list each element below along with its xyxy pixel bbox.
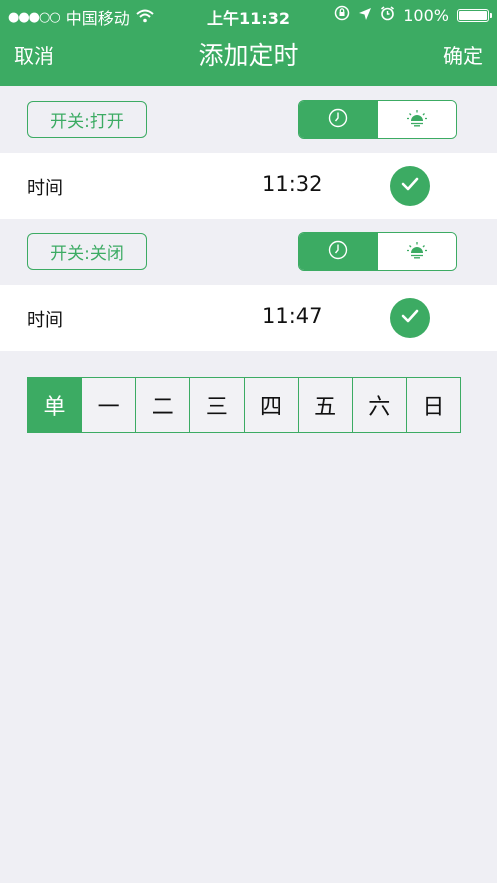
day-button-sat[interactable]: 六 (353, 378, 407, 432)
mode-segmented-control-1 (298, 100, 457, 139)
location-icon (358, 6, 372, 25)
time-value[interactable]: 11:32 (262, 172, 323, 196)
day-button-thu[interactable]: 四 (245, 378, 299, 432)
sunrise-icon (406, 109, 428, 131)
mode-segmented-control-2 (298, 232, 457, 271)
time-label: 时间 (27, 178, 63, 199)
enabled-check-button-2[interactable] (390, 298, 430, 338)
day-button-tue[interactable]: 二 (136, 378, 191, 432)
day-button-single[interactable]: 单 (28, 378, 83, 432)
alarm-icon (380, 5, 395, 25)
day-button-fri[interactable]: 五 (299, 378, 353, 432)
day-button-sun[interactable]: 日 (407, 378, 460, 432)
day-button-mon[interactable]: 一 (82, 378, 137, 432)
battery-percent: 100% (403, 5, 449, 25)
clock-mode-tab-1[interactable] (299, 101, 378, 138)
time-label: 时间 (27, 310, 63, 331)
clock-mode-tab-2[interactable] (299, 233, 378, 270)
confirm-button[interactable]: 确定 (443, 40, 483, 69)
timer-row-1[interactable]: 时间 11:32 (0, 153, 497, 219)
timer-row-2[interactable]: 时间 11:47 (0, 285, 497, 351)
day-button-wed[interactable]: 三 (190, 378, 245, 432)
clock-icon (328, 108, 348, 132)
enabled-check-button-1[interactable] (390, 166, 430, 206)
clock-icon (328, 240, 348, 264)
status-bar: ●●●○○ 中国移动 上午11:32 100% (0, 0, 497, 28)
switch-off-button[interactable]: 开关:关闭 (27, 233, 147, 270)
checkmark-icon (400, 308, 420, 328)
rotation-lock-icon (334, 5, 350, 25)
page-title: 添加定时 (198, 41, 299, 70)
checkmark-icon (400, 176, 420, 196)
sunrise-icon (406, 241, 428, 263)
battery-icon (457, 8, 492, 22)
sunrise-mode-tab-1[interactable] (377, 101, 456, 138)
app-header: ●●●○○ 中国移动 上午11:32 100% 取消 添加定时 确定 (0, 0, 497, 86)
sunrise-mode-tab-2[interactable] (377, 233, 456, 270)
switch-on-button[interactable]: 开关:打开 (27, 101, 147, 138)
time-value[interactable]: 11:47 (262, 304, 323, 328)
day-selector: 单 一 二 三 四 五 六 日 (27, 377, 461, 433)
status-right: 100% (334, 5, 492, 25)
